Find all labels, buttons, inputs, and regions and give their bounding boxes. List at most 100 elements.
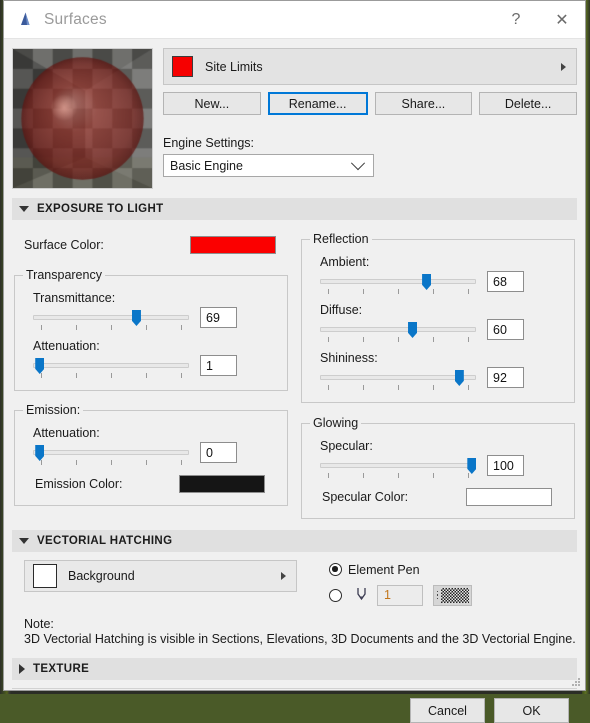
exposure-right-column: Reflection Ambient: 68 Diffuse: 60 Shininess… bbox=[299, 228, 577, 519]
section-header-texture[interactable]: TEXTURE bbox=[12, 658, 577, 680]
triangle-right-icon[interactable] bbox=[561, 62, 566, 71]
reflection-slider-row-0: 68 bbox=[320, 271, 566, 296]
pen-icon bbox=[355, 587, 368, 603]
attribute-button-row: New... Rename... Share... Delete... bbox=[163, 92, 577, 115]
help-button[interactable]: ? bbox=[493, 1, 539, 38]
surfaces-dialog: Surfaces ? ✕ Site Limits New... Rename..… bbox=[3, 0, 586, 723]
slider-thumb[interactable] bbox=[131, 310, 141, 326]
slider-thumb[interactable] bbox=[35, 445, 45, 461]
slider-track[interactable] bbox=[33, 315, 189, 320]
transparency-group: Transparency Transmittance: 69 Attenuation… bbox=[14, 268, 288, 391]
transparency-slider-row-0: 69 bbox=[33, 307, 279, 332]
glowing-legend: Glowing bbox=[313, 416, 359, 430]
slider-track[interactable] bbox=[320, 463, 476, 468]
hatching-pen-column: Element Pen 1 bbox=[329, 560, 577, 607]
emission-slider-label-0: Attenuation: bbox=[33, 426, 100, 440]
custom-pen-option[interactable]: 1 bbox=[329, 583, 577, 607]
hatching-row: Background Element Pen 1 bbox=[12, 560, 577, 607]
note-label: Note: bbox=[24, 617, 54, 631]
specular-color-swatch[interactable] bbox=[466, 488, 552, 506]
slider-track[interactable] bbox=[33, 450, 189, 455]
emission-color-row: Emission Color: bbox=[35, 473, 279, 495]
reflection-group: Reflection Ambient: 68 Diffuse: 60 Shininess… bbox=[301, 232, 575, 403]
close-button[interactable]: ✕ bbox=[539, 1, 585, 38]
reflection-slider-0[interactable] bbox=[320, 274, 476, 296]
slider-track[interactable] bbox=[320, 375, 476, 380]
hatch-fill-selector[interactable]: Background bbox=[24, 560, 297, 592]
app-icon bbox=[16, 10, 35, 29]
specular-color-row: Specular Color: bbox=[322, 486, 566, 508]
triangle-down-icon bbox=[19, 206, 29, 212]
reflection-slider-1[interactable] bbox=[320, 322, 476, 344]
glowing-slider-label-0: Specular: bbox=[320, 439, 373, 453]
engine-settings-select[interactable]: Basic Engine bbox=[163, 154, 374, 177]
hatching-note: Note: 3D Vectorial Hatching is visible i… bbox=[24, 617, 577, 647]
transparency-slider-label-0: Transmittance: bbox=[33, 291, 116, 305]
transparency-value-field-1[interactable]: 1 bbox=[200, 355, 237, 376]
transparency-slider-label-1: Attenuation: bbox=[33, 339, 100, 353]
ok-button[interactable]: OK bbox=[494, 698, 569, 723]
slider-thumb[interactable] bbox=[408, 322, 418, 338]
new-button[interactable]: New... bbox=[163, 92, 261, 115]
transparency-slider-row-1: 1 bbox=[33, 355, 279, 380]
radio-custom-pen[interactable] bbox=[329, 588, 342, 602]
emission-color-label: Emission Color: bbox=[35, 477, 123, 491]
slider-thumb[interactable] bbox=[35, 358, 45, 374]
delete-button[interactable]: Delete... bbox=[479, 92, 577, 115]
reflection-slider-2[interactable] bbox=[320, 370, 476, 392]
pen-number-field[interactable]: 1 bbox=[377, 584, 423, 606]
reflection-value-field-0[interactable]: 68 bbox=[487, 271, 524, 292]
surface-preview[interactable] bbox=[12, 48, 153, 189]
top-area: Site Limits New... Rename... Share... De… bbox=[12, 39, 577, 189]
note-text: 3D Vectorial Hatching is visible in Sect… bbox=[24, 632, 576, 646]
dialog-body: Site Limits New... Rename... Share... De… bbox=[4, 39, 585, 723]
slider-thumb[interactable] bbox=[422, 274, 432, 290]
glowing-slider-0[interactable] bbox=[320, 458, 477, 480]
reflection-value-field-1[interactable]: 60 bbox=[487, 319, 524, 340]
reflection-value-field-2[interactable]: 92 bbox=[487, 367, 524, 388]
engine-settings-label: Engine Settings: bbox=[163, 136, 255, 150]
emission-slider-0[interactable] bbox=[33, 445, 189, 467]
cancel-button[interactable]: Cancel bbox=[410, 698, 485, 723]
radio-element-pen[interactable] bbox=[329, 563, 342, 576]
transparency-slider-1[interactable] bbox=[33, 358, 189, 380]
transparency-value-field-0[interactable]: 69 bbox=[200, 307, 237, 328]
rename-button[interactable]: Rename... bbox=[267, 92, 368, 115]
slider-track[interactable] bbox=[320, 279, 476, 284]
glowing-sliders: Specular: 100 bbox=[310, 439, 566, 480]
reflection-sliders: Ambient: 68 Diffuse: 60 Shininess: 92 bbox=[310, 255, 566, 392]
reflection-slider-row-1: 60 bbox=[320, 319, 566, 344]
surface-color-swatch[interactable] bbox=[190, 236, 276, 254]
section-header-exposure[interactable]: EXPOSURE TO LIGHT bbox=[12, 198, 577, 220]
drag-dots-icon bbox=[434, 586, 441, 605]
glowing-slider-row-0: 100 bbox=[320, 455, 566, 480]
title-bar: Surfaces ? ✕ bbox=[4, 1, 585, 39]
emission-legend: Emission: bbox=[26, 403, 81, 417]
reflection-slider-label-2: Shininess: bbox=[320, 351, 378, 365]
share-button[interactable]: Share... bbox=[374, 92, 473, 115]
hatch-pattern-button[interactable] bbox=[433, 584, 472, 606]
attribute-name: Site Limits bbox=[205, 59, 263, 74]
emission-color-swatch[interactable] bbox=[179, 475, 265, 493]
section-header-hatching[interactable]: VECTORIAL HATCHING bbox=[12, 530, 577, 552]
hatch-pattern-preview bbox=[441, 587, 469, 603]
element-pen-option[interactable]: Element Pen bbox=[329, 560, 577, 579]
triangle-right-icon[interactable] bbox=[281, 572, 286, 580]
slider-thumb[interactable] bbox=[454, 370, 464, 386]
transparency-slider-0[interactable] bbox=[33, 310, 189, 332]
surface-color-label: Surface Color: bbox=[24, 238, 104, 252]
hatching-fill-column: Background bbox=[24, 560, 297, 607]
slider-track[interactable] bbox=[33, 363, 189, 368]
emission-value-field-0[interactable]: 0 bbox=[200, 442, 237, 463]
resize-grip[interactable] bbox=[570, 676, 582, 688]
attribute-color-swatch bbox=[172, 56, 193, 77]
slider-ticks bbox=[33, 460, 189, 465]
glowing-value-field-0[interactable]: 100 bbox=[487, 455, 524, 476]
slider-thumb[interactable] bbox=[467, 458, 477, 474]
slider-track[interactable] bbox=[320, 327, 476, 332]
exposure-left-column: Surface Color: Transparency Transmittanc… bbox=[12, 228, 290, 519]
attribute-selector[interactable]: Site Limits bbox=[163, 48, 577, 85]
attribute-panel: Site Limits New... Rename... Share... De… bbox=[163, 48, 577, 189]
specular-color-label: Specular Color: bbox=[322, 490, 409, 504]
triangle-down-icon bbox=[19, 538, 29, 544]
